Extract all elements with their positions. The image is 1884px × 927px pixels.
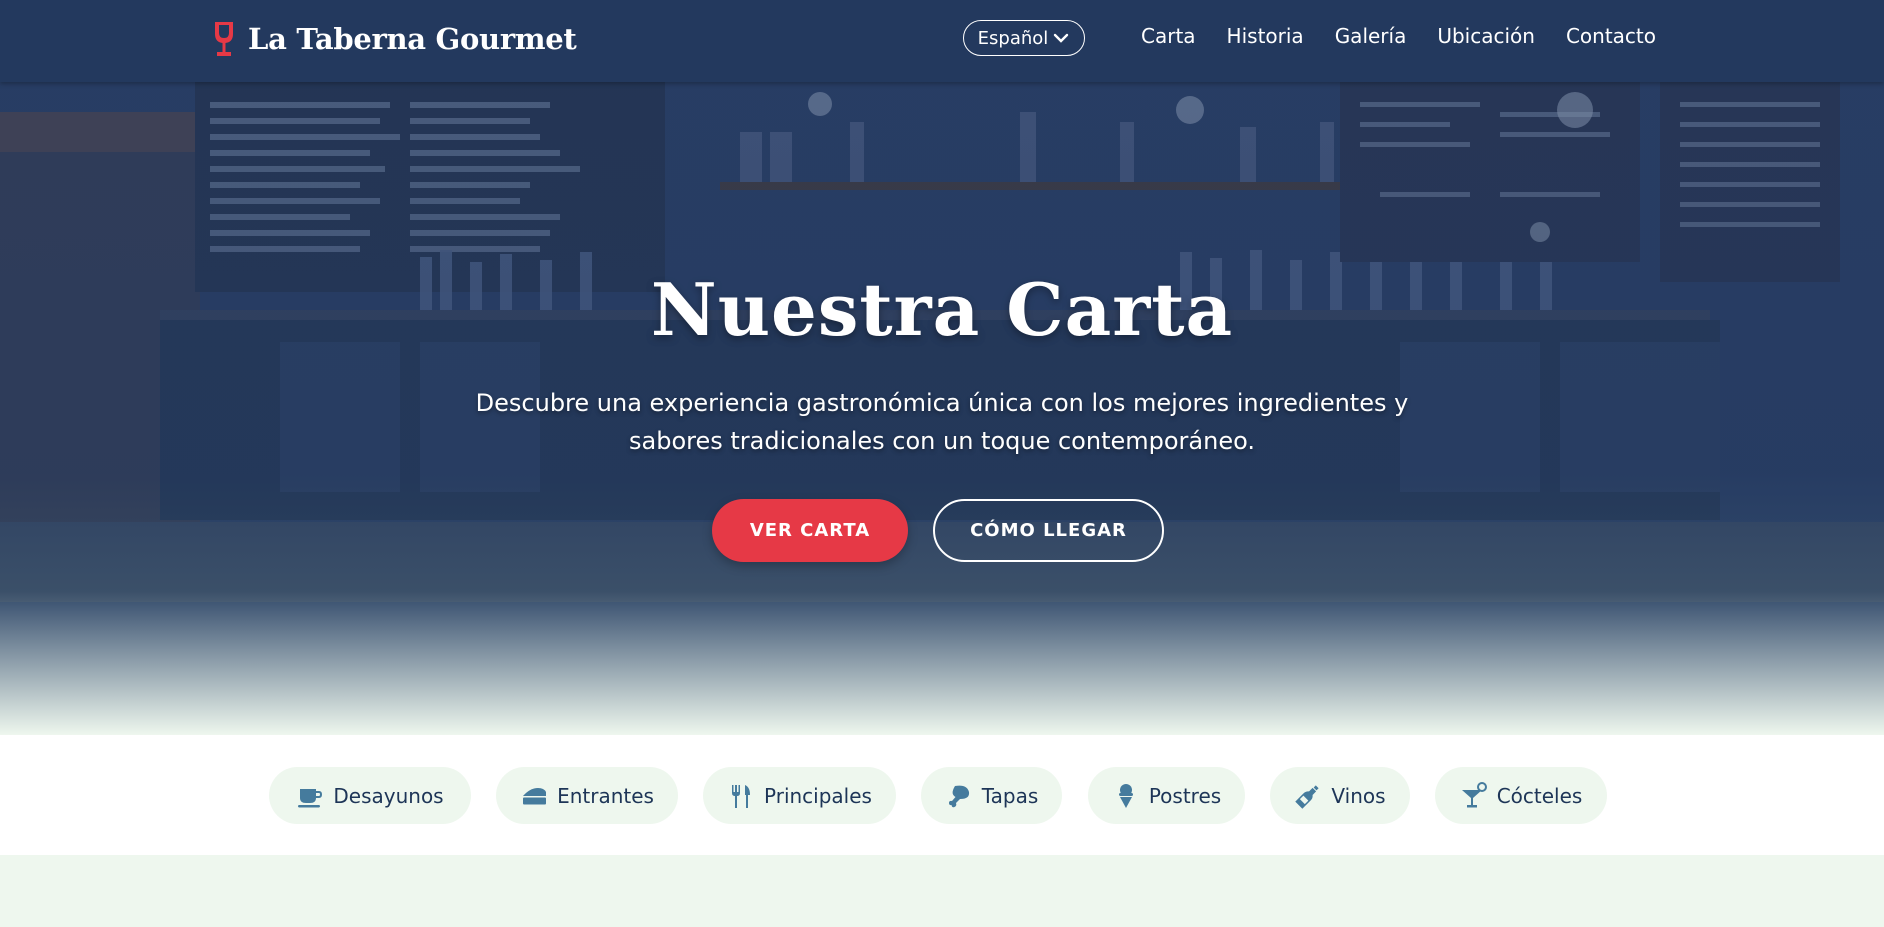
view-menu-button[interactable]: VER CARTA (712, 499, 908, 562)
nav-link-ubicacion[interactable]: Ubicación (1437, 24, 1535, 48)
brand-logo[interactable]: La Taberna Gourmet (212, 20, 577, 58)
cheese-icon (523, 787, 547, 804)
category-entrantes[interactable]: Entrantes (496, 767, 678, 824)
category-label: Principales (764, 783, 872, 808)
category-label: Tapas (981, 783, 1039, 808)
hero-subtitle: Descubre una experiencia gastronómica ún… (475, 389, 1409, 455)
language-select[interactable]: Español (963, 20, 1085, 56)
hero-title: Nuestra Carta (650, 267, 1234, 352)
category-label: Cócteles (1496, 783, 1583, 808)
coffee-cup-icon (298, 788, 323, 807)
category-label: Entrantes (557, 783, 654, 808)
language-selected: Español (977, 27, 1049, 49)
ice-cream-icon (1118, 783, 1133, 808)
category-desayunos[interactable]: Desayunos (269, 767, 471, 824)
category-vinos[interactable]: Vinos (1270, 767, 1410, 824)
nav-link-contacto[interactable]: Contacto (1566, 24, 1656, 48)
navbar: La Taberna Gourmet Español Carta Histori… (0, 0, 1884, 82)
category-label: Postres (1148, 783, 1222, 808)
nav-link-galeria[interactable]: Galería (1335, 24, 1407, 48)
main-nav: Carta Historia Galería Ubicación Contact… (1141, 24, 1656, 48)
nav-link-carta[interactable]: Carta (1141, 24, 1196, 48)
category-label: Desayunos (333, 783, 444, 808)
wine-bottle-icon (1295, 784, 1320, 809)
cocktail-icon (1461, 781, 1487, 807)
chevron-down-icon (1054, 33, 1069, 43)
nav-link-historia[interactable]: Historia (1227, 24, 1304, 48)
directions-button[interactable]: CÓMO LLEGAR (933, 499, 1164, 562)
category-principales[interactable]: Principales (703, 767, 896, 824)
brand-name: La Taberna Gourmet (248, 22, 577, 56)
category-tapas[interactable]: Tapas (921, 767, 1062, 824)
hero-section: Nuestra Carta Descubre una experiencia g… (0, 82, 1884, 735)
category-bar: Desayunos Entrantes Principales Tapas Po… (0, 735, 1884, 855)
drumstick-icon (948, 785, 969, 807)
hero-content: Nuestra Carta Descubre una experiencia g… (0, 82, 1884, 735)
utensils-icon (732, 784, 751, 808)
content-area-background (0, 855, 1884, 927)
category-label: Vinos (1331, 783, 1386, 808)
wine-glass-icon (215, 22, 233, 56)
category-cocteles[interactable]: Cócteles (1435, 767, 1607, 824)
category-postres[interactable]: Postres (1088, 767, 1245, 824)
